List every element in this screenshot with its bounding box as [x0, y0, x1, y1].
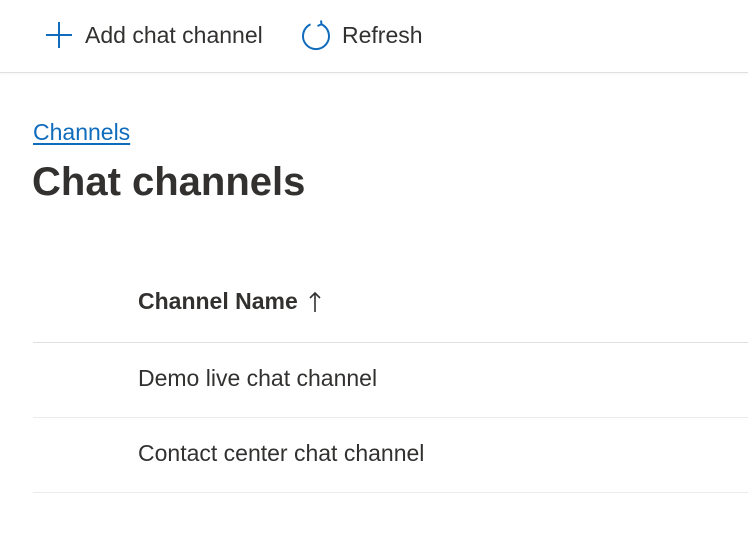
- plus-icon: [43, 19, 75, 51]
- channel-name-cell: Demo live chat channel: [138, 365, 378, 391]
- column-header-channel-name[interactable]: Channel Name: [33, 268, 748, 343]
- refresh-icon: [300, 19, 332, 51]
- refresh-label: Refresh: [342, 21, 423, 48]
- add-chat-channel-button[interactable]: Add chat channel: [43, 17, 263, 53]
- add-chat-channel-label: Add chat channel: [85, 21, 263, 48]
- arrow-up-icon: [307, 290, 323, 314]
- refresh-button[interactable]: Refresh: [300, 17, 423, 53]
- column-header-label: Channel Name: [138, 288, 298, 314]
- channels-grid: Channel Name Demo live chat channel Cont…: [33, 268, 748, 493]
- command-bar: Add chat channel Refresh: [0, 0, 748, 73]
- breadcrumb-channels-link[interactable]: Channels: [33, 119, 130, 146]
- table-row[interactable]: Contact center chat channel: [33, 418, 748, 493]
- table-row[interactable]: Demo live chat channel: [33, 343, 748, 418]
- channel-name-cell: Contact center chat channel: [138, 440, 425, 466]
- page-title: Chat channels: [32, 160, 306, 204]
